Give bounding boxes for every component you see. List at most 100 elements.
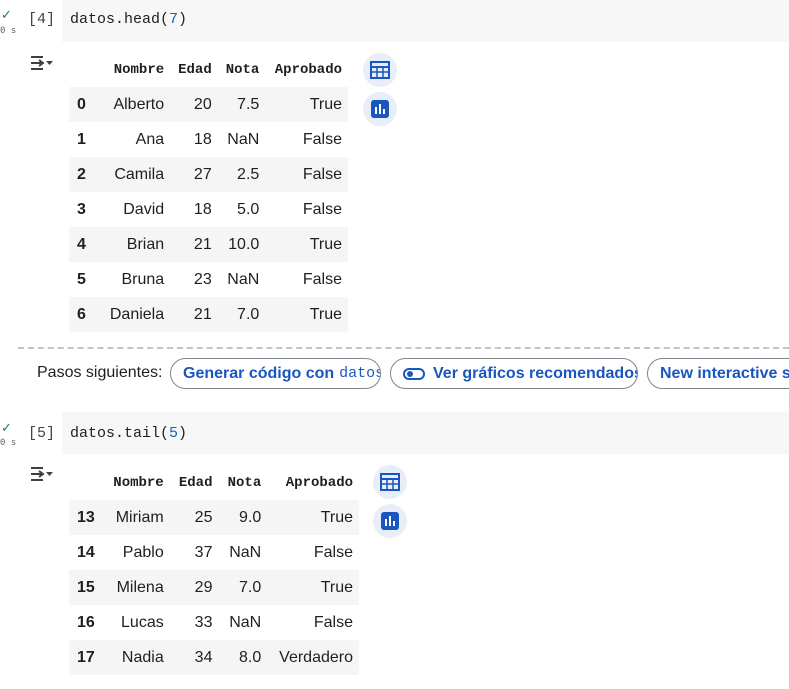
row-index: 5 xyxy=(77,270,86,288)
row-index: 2 xyxy=(77,165,86,183)
table-row: 6 Daniela 21 7.0 True xyxy=(69,297,348,332)
table-row: 16 Lucas 33 NaN False xyxy=(69,605,359,640)
table-row: 15 Milena 29 7.0 True xyxy=(69,570,359,605)
table-cell: 25 xyxy=(194,508,213,526)
table-cell: NaN xyxy=(227,130,260,148)
table-cell: 7.0 xyxy=(237,305,260,323)
table-cell: NaN xyxy=(229,613,262,631)
column-header: Aprobado xyxy=(285,474,353,491)
table-row: 5 Bruna 23 NaN False xyxy=(69,262,348,297)
row-index: 1 xyxy=(77,130,86,148)
table-cell: 2.5 xyxy=(237,165,260,183)
next-steps-label: Pasos siguientes: xyxy=(37,364,163,381)
row-index: 3 xyxy=(77,200,86,218)
table-cell: 18 xyxy=(193,130,212,148)
table-row: 13 Miriam 25 9.0 True xyxy=(69,500,359,535)
table-cell: Lucas xyxy=(121,613,164,631)
table-cell: David xyxy=(123,200,165,218)
row-index: 6 xyxy=(77,305,86,323)
row-index: 4 xyxy=(77,235,86,253)
table-cell: 7.0 xyxy=(238,578,262,596)
execution-count[interactable]: [5] xyxy=(28,425,55,442)
table-cell: Daniela xyxy=(109,305,165,323)
table-cell: 37 xyxy=(194,543,213,561)
output-divider xyxy=(18,347,789,349)
index-header xyxy=(69,52,101,87)
table-cell: 21 xyxy=(193,235,212,253)
table-cell: False xyxy=(302,130,342,148)
table-cell: False xyxy=(302,270,342,288)
dataframe-table: Nombre Edad Nota Aprobado 13 Miriam 25 9.0 T… xyxy=(69,465,359,675)
table-cell: Miriam xyxy=(115,508,164,526)
table-cell: True xyxy=(309,235,342,253)
table-cell: Camila xyxy=(114,165,165,183)
exec-duration: 0 s xyxy=(0,438,17,448)
column-header: Edad xyxy=(178,474,213,491)
success-check-icon: ✓ xyxy=(1,421,12,436)
convert-to-table-button[interactable] xyxy=(363,53,397,87)
table-cell: 10.0 xyxy=(228,235,260,253)
table-row: 1 Ana 18 NaN False xyxy=(69,122,348,157)
output-actions-icon[interactable] xyxy=(30,54,54,72)
code-line[interactable]: datos.tail(5) xyxy=(70,425,187,442)
table-cell: 8.0 xyxy=(238,648,262,666)
table-row: 2 Camila 27 2.5 False xyxy=(69,157,348,192)
table-cell: Ana xyxy=(135,130,165,148)
table-cell: 34 xyxy=(194,648,213,666)
table-cell: Verdadero xyxy=(279,648,353,666)
table-cell: 33 xyxy=(194,613,213,631)
row-index: 13 xyxy=(77,508,95,526)
row-index: 14 xyxy=(77,543,95,561)
table-cell: False xyxy=(313,613,353,631)
table-cell: Alberto xyxy=(113,95,165,113)
table-cell: 23 xyxy=(193,270,212,288)
row-index: 0 xyxy=(77,95,86,113)
table-row: 3 David 18 5.0 False xyxy=(69,192,348,227)
column-header: Edad xyxy=(178,61,212,78)
execution-count[interactable]: [4] xyxy=(28,11,55,28)
suggest-charts-button[interactable] xyxy=(363,92,397,126)
table-cell: Brian xyxy=(126,235,165,253)
table-cell: 20 xyxy=(193,95,212,113)
new-interactive-sheet-chip[interactable]: New interactive sheet xyxy=(647,358,789,389)
table-cell: 29 xyxy=(194,578,213,596)
column-header: Nombre xyxy=(113,61,165,78)
table-row: 4 Brian 21 10.0 True xyxy=(69,227,348,262)
table-cell: Milena xyxy=(116,578,164,596)
success-check-icon: ✓ xyxy=(1,8,12,23)
recommended-charts-chip[interactable]: Ver gráficos recomendados xyxy=(390,358,638,389)
convert-to-table-button[interactable] xyxy=(373,465,407,499)
bar-chart-icon xyxy=(381,512,399,530)
table-cell: False xyxy=(302,200,342,218)
table-cell: True xyxy=(320,578,353,596)
row-index: 15 xyxy=(77,578,95,596)
bar-chart-icon xyxy=(371,100,389,118)
table-cell: False xyxy=(313,543,353,561)
column-header: Nota xyxy=(225,61,260,78)
table-cell: 27 xyxy=(193,165,212,183)
table-cell: 18 xyxy=(193,200,212,218)
table-cell: NaN xyxy=(229,543,262,561)
generate-code-chip[interactable]: Generar código con datos xyxy=(170,358,381,389)
dataframe-table: Nombre Edad Nota Aprobado 0 Alberto 20 7.5 T… xyxy=(69,52,348,332)
table-cell: True xyxy=(309,95,342,113)
suggest-charts-button[interactable] xyxy=(373,504,407,538)
table-cell: 21 xyxy=(193,305,212,323)
column-header: Aprobado xyxy=(274,61,342,78)
table-cell: 5.0 xyxy=(237,200,260,218)
table-cell: Pablo xyxy=(122,543,164,561)
index-header xyxy=(69,465,103,500)
table-cell: True xyxy=(309,305,342,323)
code-cell-4: ✓ 0 s [4] datos.head(7) Nombre Edad Nota… xyxy=(0,0,789,345)
code-line[interactable]: datos.head(7) xyxy=(70,11,187,28)
table-cell: 9.0 xyxy=(238,508,262,526)
column-header: Nombre xyxy=(113,474,164,491)
table-cell: True xyxy=(320,508,353,526)
table-icon xyxy=(370,61,390,79)
code-cell-5: ✓ 0 s [5] datos.tail(5) Nombre Edad Nota… xyxy=(0,412,789,689)
table-cell: 7.5 xyxy=(237,95,260,113)
row-index: 16 xyxy=(77,613,95,631)
output-actions-icon[interactable] xyxy=(30,465,54,483)
exec-duration: 0 s xyxy=(0,26,17,36)
table-row: 17 Nadia 34 8.0 Verdadero xyxy=(69,640,359,675)
